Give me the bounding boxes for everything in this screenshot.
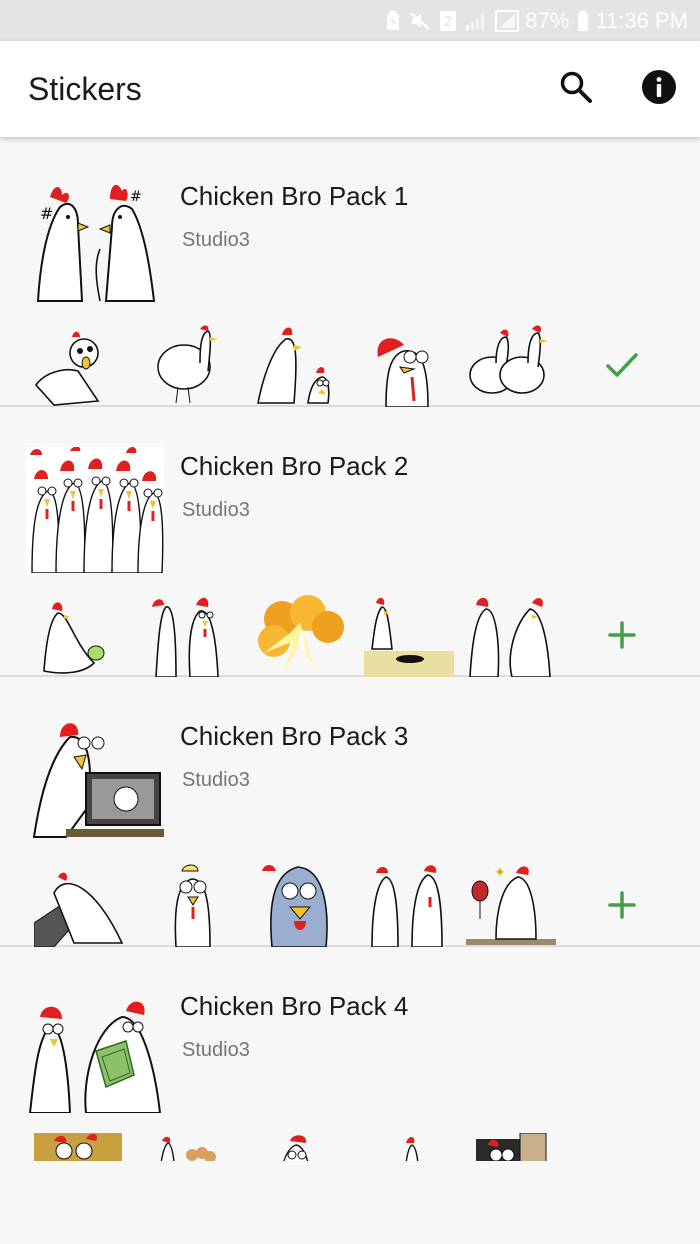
- sticker-thumbnail: [152, 323, 244, 407]
- sticker-pack-row[interactable]: Chicken Bro Pack 2 Studio3: [0, 407, 700, 678]
- sticker-thumbnail: [34, 1133, 126, 1161]
- plus-icon: [608, 890, 636, 924]
- sticker-thumbnail: [254, 863, 346, 948]
- add-pack-button[interactable]: [598, 885, 646, 929]
- battery-saver-icon: [385, 10, 401, 31]
- sticker-thumbnail: [33, 863, 126, 948]
- sticker-thumbnail: [152, 863, 244, 948]
- network-icon: [495, 9, 520, 32]
- pack-name: Chicken Bro Pack 4: [180, 991, 409, 1021]
- pack-author: Studio3: [182, 1039, 250, 1061]
- mute-icon: [409, 11, 431, 31]
- sim-badge-icon: 2: [439, 10, 457, 32]
- page-title: Stickers: [28, 71, 142, 107]
- info-icon: [641, 69, 677, 110]
- pack-author: Studio3: [182, 499, 250, 521]
- sticker-thumbnail: [364, 593, 456, 677]
- search-icon: [559, 70, 593, 109]
- pack-author: Studio3: [182, 229, 250, 251]
- sticker-thumbnail: [466, 593, 558, 678]
- sticker-thumbnail: [254, 1133, 346, 1161]
- signal-icon: [465, 11, 487, 31]
- sticker-thumbnail: [34, 323, 126, 407]
- sticker-pack-row[interactable]: # # Chicken Bro Pack 1 Studio3: [0, 137, 700, 408]
- svg-text:#: #: [40, 204, 53, 223]
- search-button[interactable]: [554, 67, 598, 111]
- battery-percent: 87%: [525, 7, 570, 33]
- add-pack-button[interactable]: [598, 615, 646, 659]
- sticker-thumbnail: [364, 863, 456, 948]
- plus-icon: [608, 620, 636, 654]
- pack-tray-image: [26, 446, 164, 574]
- status-bar: 2 87% 11:36 PM: [0, 0, 700, 41]
- sticker-thumbnail: [466, 323, 558, 407]
- svg-text:✦: ✦: [494, 865, 506, 881]
- status-time: 11:36 PM: [595, 7, 688, 33]
- sticker-pack-list: # # Chicken Bro Pack 1 Studio3 Chicken B…: [0, 137, 700, 1244]
- sticker-thumbnail: [152, 593, 244, 678]
- pack-tray-image: # #: [26, 177, 164, 303]
- sticker-thumbnail: [254, 593, 346, 677]
- sticker-thumbnail: [152, 1133, 244, 1161]
- pack-tray-image: [26, 987, 164, 1114]
- info-button[interactable]: [637, 67, 681, 111]
- sticker-thumbnail: [254, 323, 346, 407]
- battery-icon: [577, 10, 589, 32]
- check-icon: [605, 351, 639, 384]
- sticker-thumbnail: [466, 1133, 558, 1161]
- svg-text:#: #: [130, 189, 142, 205]
- app-bar: Stickers: [0, 41, 700, 137]
- sim-badge-number: 2: [444, 15, 452, 30]
- pack-name: Chicken Bro Pack 2: [180, 451, 409, 481]
- sticker-pack-row[interactable]: Chicken Bro Pack 3 Studio3 ✦: [0, 677, 700, 948]
- sticker-thumbnail: [364, 1133, 456, 1161]
- pack-name: Chicken Bro Pack 3: [180, 721, 409, 751]
- sticker-thumbnail: [34, 593, 126, 677]
- sticker-thumbnail: [364, 323, 456, 408]
- pack-added-indicator[interactable]: [598, 345, 646, 389]
- sticker-pack-row[interactable]: Chicken Bro Pack 4 Studio3: [0, 947, 700, 1244]
- pack-tray-image: [26, 717, 164, 843]
- pack-name: Chicken Bro Pack 1: [180, 181, 409, 211]
- pack-author: Studio3: [182, 769, 250, 791]
- sticker-thumbnail: ✦: [466, 863, 558, 947]
